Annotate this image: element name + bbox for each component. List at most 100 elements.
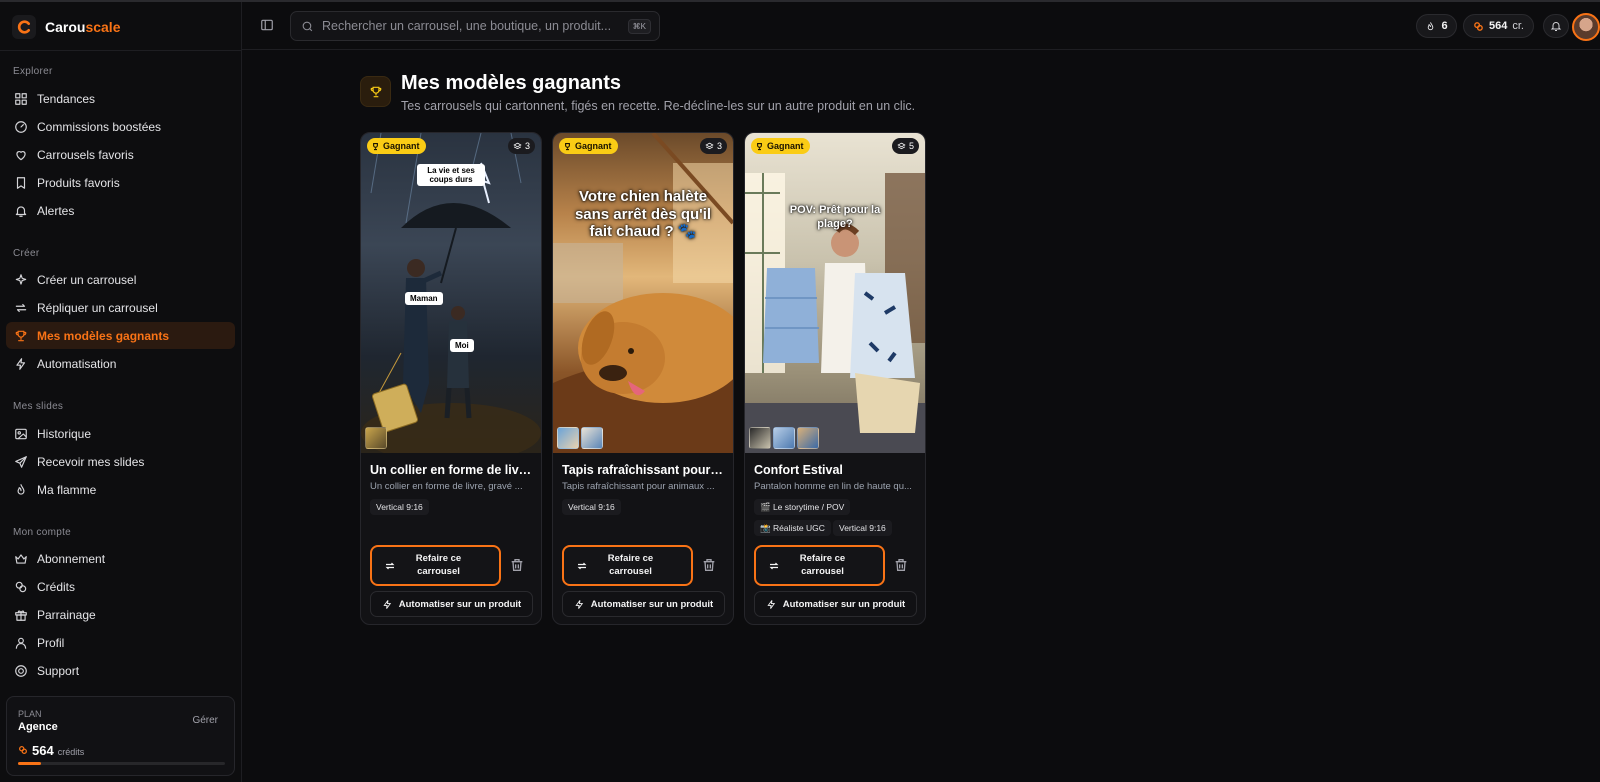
trophy-icon [373, 142, 378, 150]
automate-product-button[interactable]: Automatiser sur un produit [754, 591, 917, 617]
sidebar-item-repliquer-carrousel[interactable]: Répliquer un carrousel [6, 294, 235, 321]
template-card[interactable]: La vie et ses coups durs Maman Moi Gagna… [360, 132, 542, 625]
sidebar-toggle-icon[interactable] [260, 18, 274, 32]
plan-credits-unit: crédits [57, 747, 85, 757]
format-chip: Vertical 9:16 [562, 499, 621, 515]
image-label-box: La vie et ses coups durs [417, 164, 485, 187]
flame-streak-pill[interactable]: 6 [1416, 14, 1457, 38]
slide-thumbnail[interactable] [797, 427, 819, 449]
redo-carousel-button[interactable]: Refaire ce carrousel [370, 545, 501, 586]
winner-badge: Gagnant [367, 138, 426, 154]
sidebar-item-label: Commissions boostées [37, 119, 162, 134]
plan-credits-value: 564 [32, 743, 54, 758]
redo-carousel-label: Refaire ce carrousel [607, 552, 654, 577]
template-card[interactable]: POV: Prêt pour la plage? Gagnant 5 Confo… [744, 132, 926, 625]
sidebar: Carouscale Explorer Tendances Commission… [0, 2, 242, 782]
plan-credits: 564 crédits [18, 743, 84, 758]
bolt-icon [767, 599, 775, 609]
sidebar-item-support[interactable]: Support [6, 657, 235, 684]
avatar[interactable] [1572, 13, 1600, 41]
trash-icon[interactable] [701, 557, 717, 573]
redo-carousel-button[interactable]: Refaire ce carrousel [562, 545, 693, 586]
sidebar-item-carrousels-favoris[interactable]: Carrousels favoris [6, 141, 235, 168]
layers-icon [513, 142, 522, 149]
card-description: Pantalon homme en lin de haute qu... [754, 481, 912, 492]
format-chip: Vertical 9:16 [370, 499, 429, 515]
topbar: ⌘K 6 564 cr. [242, 2, 1600, 50]
trophy-icon [15, 330, 27, 341]
sidebar-item-label: Alertes [37, 203, 75, 218]
search-input[interactable] [322, 19, 622, 33]
gauge-icon [15, 120, 27, 133]
card-preview-image[interactable]: La vie et ses coups durs Maman Moi Gagna… [361, 133, 541, 453]
slide-thumbnail[interactable] [773, 427, 795, 449]
brand[interactable]: Carouscale [12, 14, 121, 40]
card-title: Tapis rafraîchissant pour a... [562, 463, 726, 477]
sidebar-item-automatisation[interactable]: Automatisation [6, 350, 235, 377]
image-headline: POV: Prêt pour la plage? [789, 204, 881, 230]
sidebar-item-parrainage[interactable]: Parrainage [6, 601, 235, 628]
card-description: Un collier en forme de livre, gravé ... [370, 481, 523, 492]
gift-icon [15, 610, 27, 621]
crown-icon [15, 553, 27, 564]
sidebar-item-tendances[interactable]: Tendances [6, 85, 235, 112]
trophy-icon [360, 76, 391, 107]
slide-count: 5 [908, 141, 914, 151]
automate-product-button[interactable]: Automatiser sur un produit [370, 591, 533, 617]
automate-product-button[interactable]: Automatiser sur un produit [562, 591, 725, 617]
notifications-button[interactable] [1543, 14, 1569, 38]
trophy-icon [757, 142, 762, 150]
sidebar-item-alertes[interactable]: Alertes [6, 197, 235, 224]
sidebar-item-recevoir-slides[interactable]: Recevoir mes slides [6, 448, 235, 475]
sidebar-item-credits[interactable]: Crédits [6, 573, 235, 600]
sidebar-item-label: Abonnement [37, 551, 106, 566]
man-holding-clothes-illustration [745, 173, 925, 453]
credits-pill[interactable]: 564 cr. [1463, 14, 1534, 38]
nav-section-mon-compte: Mon compte [13, 527, 72, 538]
repeat-icon [577, 562, 587, 569]
sidebar-item-label: Produits favoris [37, 175, 120, 190]
sidebar-item-creer-carrousel[interactable]: Créer un carrousel [6, 266, 235, 293]
plan-credits-bar-fill [18, 762, 41, 765]
slide-thumbnail[interactable] [581, 427, 603, 449]
slide-thumbnail[interactable] [749, 427, 771, 449]
sidebar-item-label: Mes modèles gagnants [37, 328, 170, 343]
slide-thumbnails [365, 427, 387, 449]
layers-icon [705, 142, 714, 149]
nav-section-creer: Créer [13, 248, 40, 259]
plan-name: Agence [18, 721, 58, 733]
send-icon [15, 455, 27, 468]
dog-on-floor-illustration [553, 133, 733, 453]
page-subtitle: Tes carrousels qui cartonnent, figés en … [401, 99, 916, 113]
slide-thumbnail[interactable] [557, 427, 579, 449]
sidebar-item-label: Carrousels favoris [37, 147, 134, 162]
card-preview-image[interactable]: POV: Prêt pour la plage? Gagnant 5 [745, 133, 925, 453]
redo-carousel-button[interactable]: Refaire ce carrousel [754, 545, 885, 586]
sidebar-item-abonnement[interactable]: Abonnement [6, 545, 235, 572]
card-preview-image[interactable]: Votre chien halète sans arrêt dès qu'il … [553, 133, 733, 453]
plan-manage-link[interactable]: Gérer [192, 715, 218, 726]
image-label-box: Moi [450, 339, 474, 353]
bookmark-icon [16, 176, 26, 189]
slide-thumbnail[interactable] [365, 427, 387, 449]
sidebar-item-historique[interactable]: Historique [6, 420, 235, 447]
lifebuoy-icon [15, 664, 27, 677]
search-bar[interactable]: ⌘K [290, 11, 660, 41]
layers-icon [897, 142, 906, 149]
repeat-icon [15, 303, 27, 312]
sidebar-item-commissions[interactable]: Commissions boostées [6, 113, 235, 140]
sidebar-item-mes-modeles-gagnants[interactable]: Mes modèles gagnants [6, 322, 235, 349]
style-chip: 📸 Réaliste UGC [754, 520, 831, 536]
sidebar-item-produits-favoris[interactable]: Produits favoris [6, 169, 235, 196]
bolt-icon [575, 599, 583, 609]
sidebar-item-profil[interactable]: Profil [6, 629, 235, 656]
sidebar-item-label: Créer un carrousel [37, 272, 137, 287]
sidebar-item-label: Historique [37, 426, 92, 441]
sidebar-item-ma-flamme[interactable]: Ma flamme [6, 476, 235, 503]
winner-badge-label: Gagnant [383, 141, 420, 151]
trash-icon[interactable] [893, 557, 909, 573]
trash-icon[interactable] [509, 557, 525, 573]
heart-icon [16, 150, 26, 160]
template-card[interactable]: Votre chien halète sans arrêt dès qu'il … [552, 132, 734, 625]
credits-value: 564 [1489, 20, 1508, 32]
